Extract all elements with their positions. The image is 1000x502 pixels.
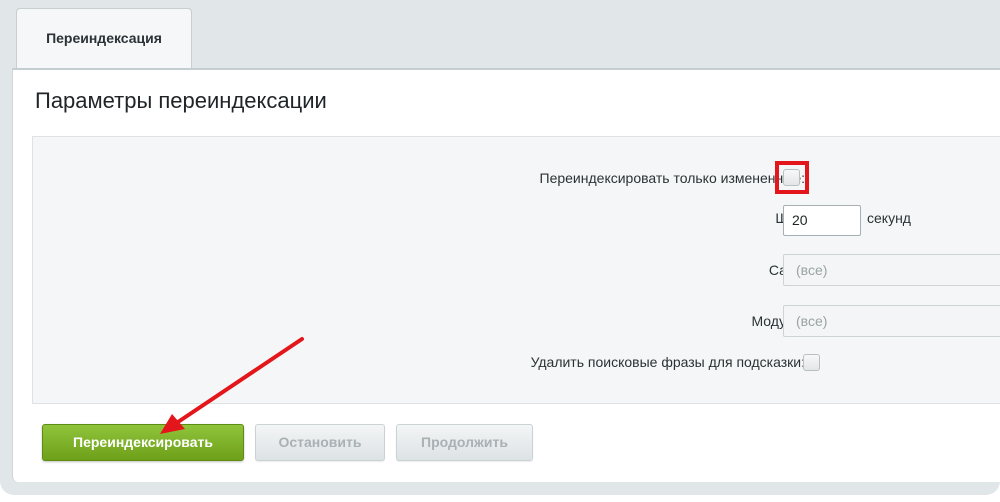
annotation-arrow-icon: [160, 337, 304, 434]
admin-window: Переиндексация Параметры переиндексации …: [0, 0, 1000, 495]
frame: Переиндексация Параметры переиндексации …: [0, 0, 1000, 502]
